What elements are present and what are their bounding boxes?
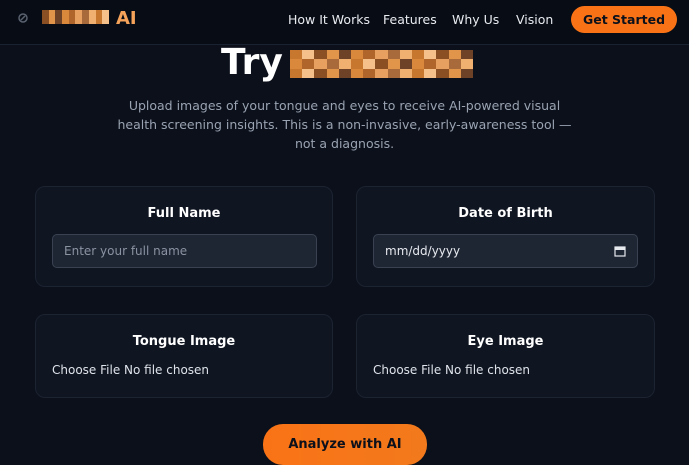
redaction-cell (424, 68, 437, 78)
tongue-image-card: Tongue Image Choose File No file chosen (35, 314, 333, 398)
redaction-cell (48, 17, 56, 24)
redaction-cell (290, 68, 303, 78)
date-of-birth-label: Date of Birth (458, 206, 553, 221)
redaction-cell (314, 68, 327, 78)
redaction-cell (387, 59, 400, 69)
redaction-cell (290, 50, 303, 60)
redaction-cell (387, 50, 400, 60)
top-navbar: AI How It Works Features Why Us Vision G… (0, 0, 689, 45)
redaction-cell (375, 50, 388, 60)
redaction-cell (436, 59, 449, 69)
redaction-cell (399, 68, 412, 78)
redaction-cell (68, 17, 76, 24)
tongue-image-label: Tongue Image (132, 334, 236, 349)
redaction-cell (436, 50, 449, 60)
redaction-cell (290, 59, 303, 69)
redaction-cell (55, 17, 63, 24)
redaction-cell (375, 59, 388, 69)
tongue-file-input[interactable]: Choose File No file chosen (52, 363, 209, 377)
redaction-cell (411, 68, 425, 78)
brand-name-redacted (42, 10, 109, 24)
redaction-cell (82, 10, 89, 17)
redaction-cell (326, 59, 339, 69)
redaction-cell (102, 17, 109, 24)
redaction-cell (460, 59, 473, 69)
redaction-cell (75, 17, 83, 24)
redaction-cell (460, 50, 473, 60)
redaction-cell (363, 59, 376, 69)
hero-title-prefix: Try (221, 42, 283, 83)
redaction-cell (62, 10, 69, 17)
redaction-cell (460, 68, 473, 78)
redaction-cell (399, 50, 412, 60)
redaction-cell (302, 68, 315, 78)
nav-link-vision[interactable]: Vision (516, 12, 553, 27)
redaction-cell (326, 50, 339, 60)
redaction-cell (88, 17, 96, 24)
date-of-birth-card: Date of Birth mm/dd/yyyy (356, 186, 655, 287)
redaction-cell (88, 10, 96, 17)
redaction-cell (436, 68, 449, 78)
redaction-cell (424, 59, 437, 69)
redaction-cell (399, 59, 412, 69)
redaction-cell (326, 68, 339, 78)
redaction-cell (387, 68, 400, 78)
full-name-label: Full Name (147, 206, 221, 221)
redaction-cell (48, 10, 56, 17)
full-name-card: Full Name (35, 186, 333, 287)
redaction-cell (95, 10, 103, 17)
redaction-cell (68, 10, 76, 17)
nav-link-features[interactable]: Features (383, 12, 437, 27)
redaction-cell (363, 68, 376, 78)
nav-link-why-us[interactable]: Why Us (452, 12, 499, 27)
eye-choose-file-button[interactable]: Choose File (373, 363, 441, 377)
redaction-cell (82, 17, 89, 24)
eye-file-status: No file chosen (445, 363, 531, 377)
redaction-cell (338, 68, 351, 78)
redaction-cell (448, 59, 461, 69)
redaction-cell (448, 50, 461, 60)
date-placeholder: mm/dd/yyyy (385, 244, 461, 258)
redaction-cell (375, 68, 388, 78)
redaction-cell (424, 50, 437, 60)
eye-image-label: Eye Image (467, 334, 544, 349)
date-of-birth-input[interactable]: mm/dd/yyyy (373, 234, 638, 268)
redaction-cell (350, 59, 364, 69)
redaction-cell (314, 59, 327, 69)
redaction-cell (338, 59, 351, 69)
get-started-button[interactable]: Get Started (571, 6, 677, 33)
redaction-cell (302, 59, 315, 69)
eye-file-input[interactable]: Choose File No file chosen (373, 363, 530, 377)
redaction-cell (42, 17, 49, 24)
brand-ai-suffix: AI (116, 8, 137, 29)
redaction-cell (411, 50, 425, 60)
nav-link-how-it-works[interactable]: How It Works (288, 12, 370, 27)
redaction-cell (62, 17, 69, 24)
redaction-cell (102, 10, 109, 17)
redaction-cell (42, 10, 49, 17)
redaction-cell (55, 10, 63, 17)
redaction-cell (411, 59, 425, 69)
analyze-with-ai-button[interactable]: Analyze with AI (263, 424, 427, 465)
redaction-cell (350, 50, 364, 60)
redaction-cell (448, 68, 461, 78)
brand-logo-icon[interactable] (14, 9, 32, 27)
hero-title-product-redacted (290, 50, 473, 78)
redaction-cell (95, 17, 103, 24)
calendar-icon[interactable] (614, 245, 626, 257)
redaction-cell (314, 50, 327, 60)
redaction-cell (302, 50, 315, 60)
redaction-cell (75, 10, 83, 17)
redaction-cell (338, 50, 351, 60)
eye-image-card: Eye Image Choose File No file chosen (356, 314, 655, 398)
redaction-cell (363, 50, 376, 60)
full-name-input[interactable] (52, 234, 317, 268)
tongue-file-status: No file chosen (124, 363, 210, 377)
redaction-cell (350, 68, 364, 78)
hero-subtitle: Upload images of your tongue and eyes to… (117, 98, 572, 151)
tongue-choose-file-button[interactable]: Choose File (52, 363, 120, 377)
